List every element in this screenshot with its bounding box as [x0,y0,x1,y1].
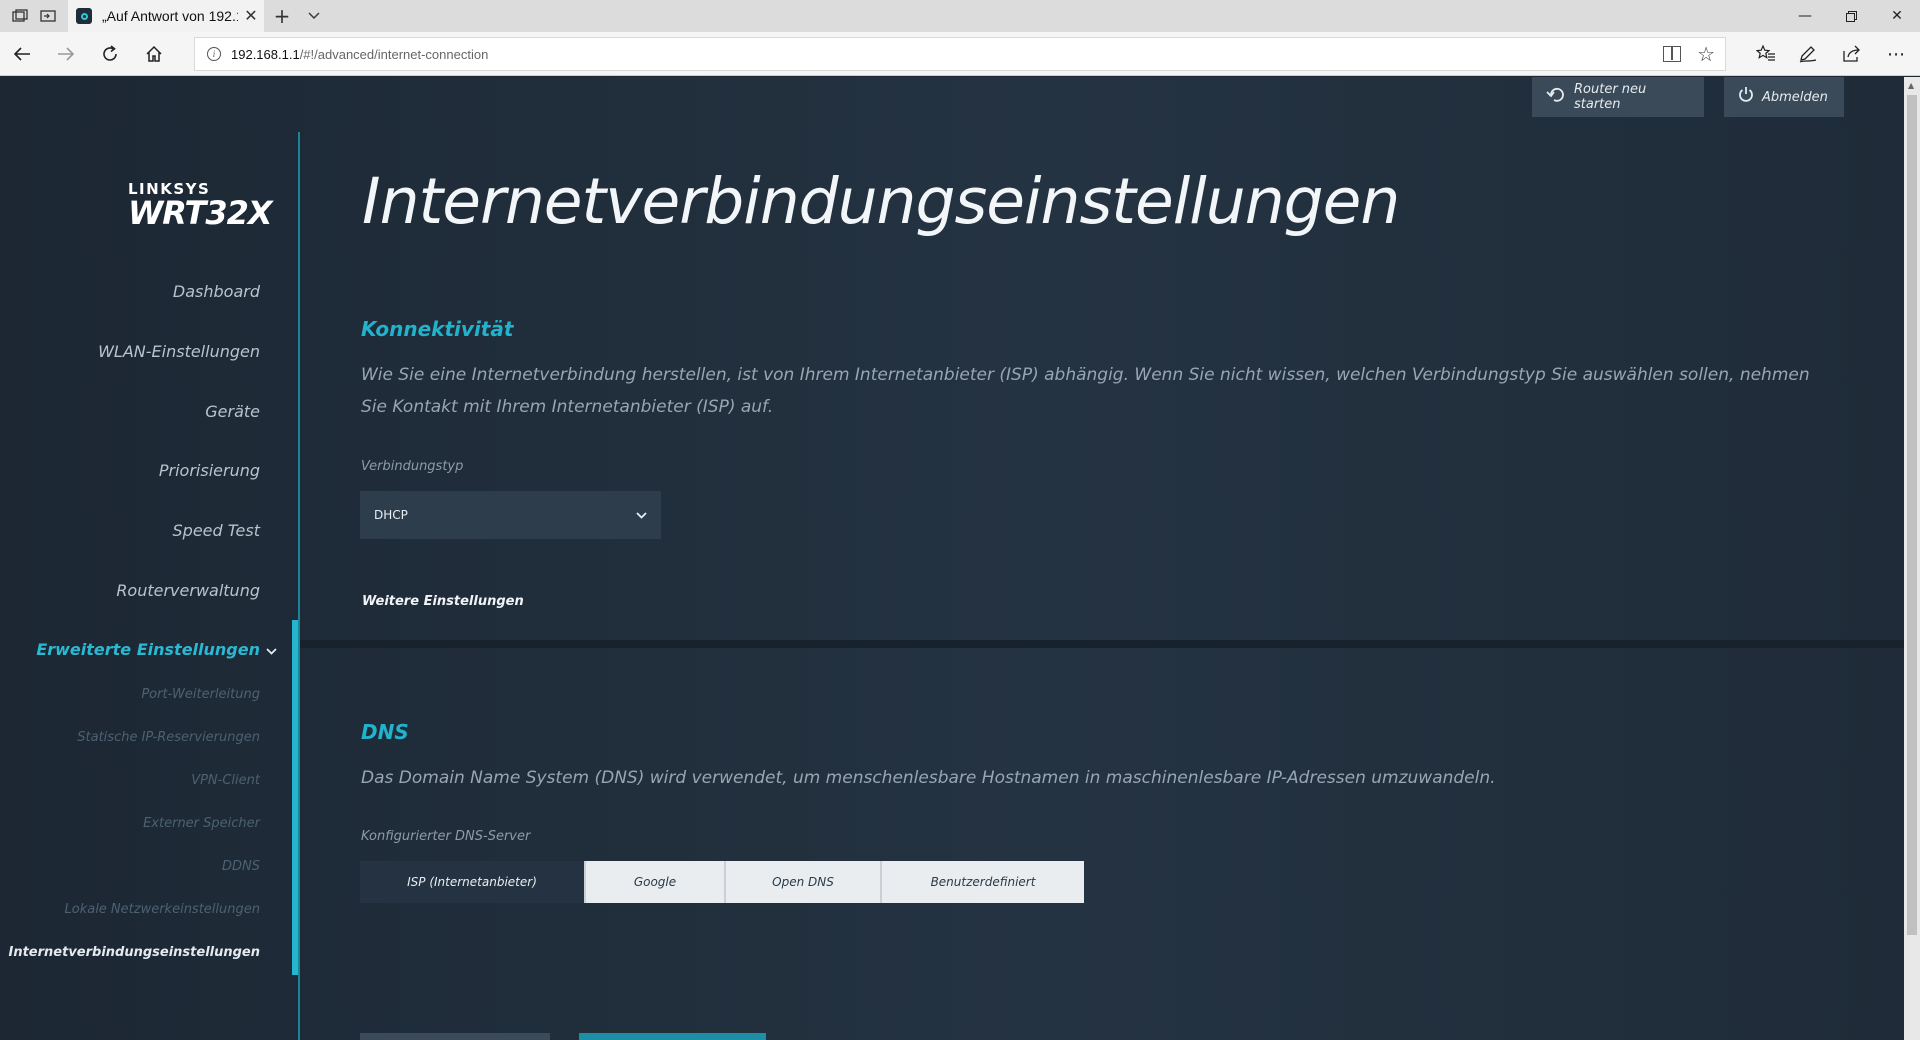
logo-model: WRT32X [128,194,273,232]
dns-option-custom[interactable]: Benutzerdefiniert [882,861,1084,903]
sidebar-active-indicator [292,620,298,975]
sidebar-divider [298,132,300,1040]
restart-router-label: Router neu starten [1574,82,1647,112]
favorites-hub-icon[interactable] [1746,36,1786,72]
browser-tab-active[interactable]: „Auf Antwort von 192.1 ✕ [68,0,264,32]
address-input[interactable]: i 192.168.1.1/#!/advanced/internet-conne… [194,37,1726,71]
logout-label: Abmelden [1762,89,1828,105]
refresh-icon[interactable] [90,36,130,72]
back-icon[interactable] [2,36,42,72]
connectivity-description: Wie Sie eine Internetverbindung herstell… [361,365,1810,417]
page-scrollbar[interactable]: ▲ [1904,77,1920,1040]
forward-icon[interactable] [46,36,86,72]
browser-tab-bar: „Auf Antwort von 192.1 ✕ + — ✕ [0,0,1920,32]
sidebar-item-advanced-label: Erweiterte Einstellungen [36,640,260,659]
sidebar-subitem-port-forwarding[interactable]: Port-Weiterleitung [141,687,260,702]
tab-aside-icon[interactable] [28,0,68,32]
tab-close-icon[interactable]: ✕ [238,6,264,26]
pen-icon[interactable] [1788,36,1828,72]
minimize-icon[interactable]: — [1782,0,1828,32]
apply-button[interactable] [579,1033,766,1040]
favorite-star-icon[interactable]: ☆ [1697,42,1715,67]
connection-type-select[interactable]: DHCP [360,491,661,539]
url-path: /#!/advanced/internet-connection [299,46,489,62]
site-info-icon[interactable]: i [207,47,221,61]
more-icon[interactable]: ⋯ [1876,36,1916,72]
section-divider [300,640,1904,648]
restart-icon [1546,87,1566,108]
linksys-logo[interactable]: LINKSYS WRT32X [128,180,273,240]
dns-server-label: Konfigurierter DNS-Server [361,829,531,844]
page-title: Internetverbindungseinstellungen [362,165,1400,238]
chevron-down-icon [266,644,277,658]
sidebar-subitem-internet-connection[interactable]: Internetverbindungseinstellungen [9,945,261,960]
sidebar-item-speed-test[interactable]: Speed Test [173,521,261,540]
connection-type-value: DHCP [374,508,408,522]
dns-server-selector: ISP (Internetanbieter) Google Open DNS B… [360,861,1084,903]
tab-list-chevron-icon[interactable] [294,0,334,32]
dns-heading: DNS [361,720,409,744]
more-settings-link[interactable]: Weitere Einstellungen [362,594,524,609]
home-icon[interactable] [134,36,174,72]
dns-option-google[interactable]: Google [586,861,726,903]
tab-title: „Auf Antwort von 192.1 [102,8,238,24]
router-favicon-icon [76,8,92,24]
dns-option-isp[interactable]: ISP (Internetanbieter) [360,861,586,903]
connectivity-heading: Konnektivität [361,317,514,341]
restart-router-button[interactable]: Router neu starten [1532,77,1704,117]
sidebar-item-router-admin[interactable]: Routerverwaltung [116,581,260,600]
share-icon[interactable] [1832,36,1872,72]
sidebar-item-advanced[interactable]: Erweiterte Einstellungen [36,640,277,659]
sidebar-subitem-static-ip[interactable]: Statische IP-Reservierungen [77,730,260,745]
chevron-down-icon [636,508,647,522]
sidebar-subitem-local-network[interactable]: Lokale Netzwerkeinstellungen [65,902,261,917]
reading-view-icon[interactable] [1663,46,1681,62]
router-page: LINKSYS WRT32X Dashboard WLAN-Einstellun… [0,77,1904,1040]
sidebar-item-devices[interactable]: Geräte [205,402,260,421]
sidebar-subitem-vpn-client[interactable]: VPN-Client [191,773,260,788]
cancel-button[interactable] [360,1033,550,1040]
logout-button[interactable]: Abmelden [1724,77,1844,117]
window-close-icon[interactable]: ✕ [1874,0,1920,32]
browser-address-bar: i 192.168.1.1/#!/advanced/internet-conne… [0,32,1920,76]
power-icon [1738,86,1754,108]
sidebar-item-prioritization[interactable]: Priorisierung [159,461,260,480]
restore-icon[interactable] [1828,0,1874,32]
sidebar-item-dashboard[interactable]: Dashboard [173,282,260,301]
sidebar-subitem-ddns[interactable]: DDNS [222,859,260,874]
sidebar-subitem-external-storage[interactable]: Externer Speicher [143,816,260,831]
url-host: 192.168.1.1 [231,46,300,62]
scroll-up-icon[interactable]: ▲ [1908,81,1914,90]
dns-description: Das Domain Name System (DNS) wird verwen… [361,768,1496,788]
connection-type-label: Verbindungstyp [361,459,464,474]
scrollbar-thumb[interactable] [1907,95,1917,935]
sidebar-item-wlan[interactable]: WLAN-Einstellungen [98,342,260,361]
dns-option-open-dns[interactable]: Open DNS [726,861,882,903]
